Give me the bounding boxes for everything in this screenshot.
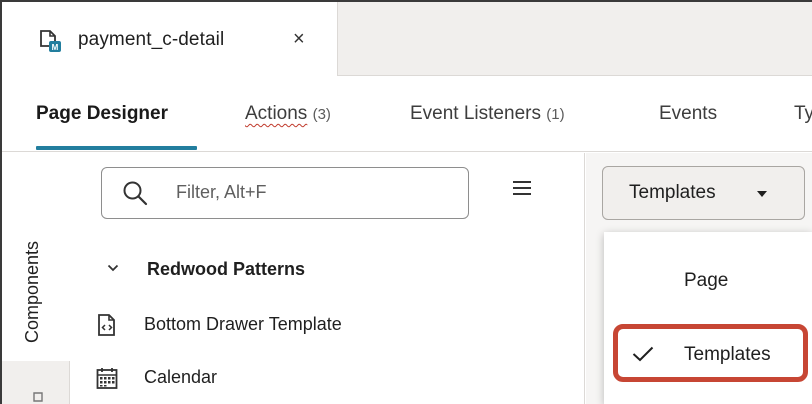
tab-count: (1) <box>546 106 565 123</box>
group-label: Redwood Patterns <box>147 259 306 279</box>
file-tab[interactable]: M payment_c-detail × <box>2 2 338 77</box>
menu-option-templates[interactable]: Templates <box>604 332 812 376</box>
template-icon <box>98 314 115 336</box>
designer-tabs: Page Designer Actions (3) Event Listener… <box>2 76 812 152</box>
tab-count: (3) <box>312 106 331 123</box>
filter-input[interactable] <box>176 182 456 203</box>
svg-text:M: M <box>52 43 59 52</box>
filter-field[interactable] <box>101 167 469 219</box>
search-icon <box>123 181 148 206</box>
components-panel: Redwood Patterns Bottom Drawer Template … <box>71 153 585 404</box>
list-item-label: Bottom Drawer Template <box>144 314 342 334</box>
tab-label: Typ <box>794 103 812 124</box>
templates-dropdown-button[interactable]: Templates <box>602 166 805 220</box>
tab-actions[interactable]: Actions (3) <box>245 103 331 125</box>
left-rail: Components <box>2 153 70 404</box>
list-item-label: Calendar <box>144 367 218 387</box>
caret-down-icon <box>757 191 767 197</box>
tab-label: Event Listeners <box>410 103 541 124</box>
hamburger-menu-icon[interactable] <box>513 181 531 197</box>
templates-dropdown-menu: Page Templates <box>604 232 812 404</box>
rail-tab-components[interactable]: Components <box>2 153 70 361</box>
tab-page-designer[interactable]: Page Designer <box>36 103 168 125</box>
chevron-down-icon <box>107 264 119 272</box>
close-tab-icon[interactable]: × <box>293 28 305 51</box>
file-tab-strip: M payment_c-detail × <box>2 2 812 77</box>
active-tab-indicator <box>36 146 197 150</box>
file-tab-label: payment_c-detail <box>78 29 225 50</box>
check-icon <box>632 346 654 362</box>
rail-next-icon[interactable] <box>32 391 44 403</box>
tab-label: Actions <box>245 103 308 124</box>
calendar-icon <box>96 368 118 389</box>
menu-option-label: Page <box>684 270 729 291</box>
tab-events[interactable]: Events <box>659 103 717 125</box>
rail-tab-label: Components <box>22 240 42 343</box>
templates-area: Templates Page Templates <box>586 153 812 404</box>
page-module-icon: M <box>40 30 61 52</box>
templates-button-label: Templates <box>629 182 716 203</box>
tab-types[interactable]: Typ <box>794 103 812 125</box>
tab-label: Page Designer <box>36 103 168 124</box>
tab-label: Events <box>659 103 718 124</box>
menu-option-page[interactable]: Page <box>604 258 812 302</box>
tab-event-listeners[interactable]: Event Listeners (1) <box>410 103 565 125</box>
menu-option-label: Templates <box>684 344 771 365</box>
